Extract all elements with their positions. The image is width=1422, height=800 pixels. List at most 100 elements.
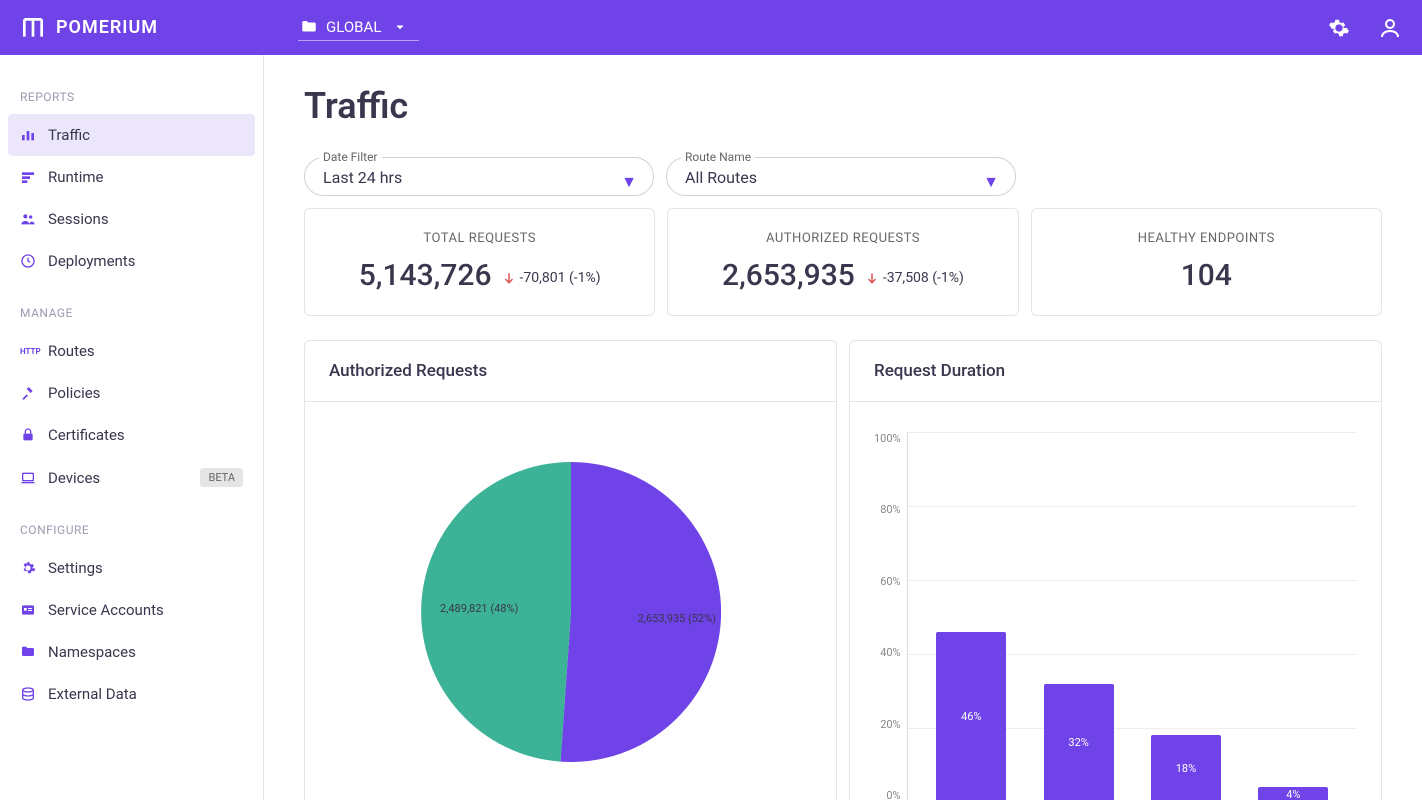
- sidebar-item-deployments[interactable]: Deployments: [8, 240, 255, 282]
- sidebar-item-sessions[interactable]: Sessions: [8, 198, 255, 240]
- section-reports-label: REPORTS: [8, 80, 263, 114]
- lock-icon: [20, 427, 48, 443]
- route-filter-value: All Routes: [685, 162, 997, 187]
- caret-down-icon: ▼: [983, 172, 999, 192]
- y-tick: 60%: [874, 575, 901, 588]
- sidebar-item-label: Devices: [48, 469, 100, 487]
- caret-down-icon: ▼: [621, 172, 637, 192]
- y-tick: 40%: [874, 646, 901, 659]
- sidebar-item-label: Routes: [48, 342, 95, 360]
- namespace-selector[interactable]: GLOBAL: [298, 14, 419, 41]
- stat-label: TOTAL REQUESTS: [321, 231, 638, 246]
- header-actions: [1328, 16, 1402, 40]
- stats-row: TOTAL REQUESTS 5,143,726 -70,801 (-1%) A…: [304, 208, 1382, 316]
- gavel-icon: [20, 385, 48, 401]
- panel-title: Authorized Requests: [305, 341, 836, 402]
- http-icon: HTTP: [20, 347, 48, 356]
- filter-row: Date Filter Last 24 hrs ▼ Route Name All…: [304, 157, 1382, 196]
- gauge-icon: [20, 169, 48, 185]
- y-axis: 100% 80% 60% 40% 20% 0%: [874, 432, 907, 800]
- stat-trend: -70,801 (-1%): [502, 270, 601, 286]
- sidebar-item-namespaces[interactable]: Namespaces: [8, 631, 255, 673]
- chart-bar: 4%: [1258, 787, 1328, 800]
- sidebar-item-label: Traffic: [48, 126, 90, 144]
- chart-icon: [20, 127, 48, 143]
- clock-icon: [20, 253, 48, 269]
- gear-icon[interactable]: [1328, 17, 1350, 39]
- sidebar-item-routes[interactable]: HTTP Routes: [8, 330, 255, 372]
- stat-value: 104: [1181, 258, 1232, 293]
- bar-chart: 100% 80% 60% 40% 20% 0%: [874, 422, 1357, 800]
- stat-value: 2,653,935: [722, 258, 855, 293]
- pomerium-icon: [20, 15, 46, 41]
- page-title: Traffic: [304, 85, 1382, 127]
- id-card-icon: [20, 602, 48, 618]
- trend-value: -37,508 (-1%): [883, 270, 964, 286]
- sidebar-item-label: Sessions: [48, 210, 109, 228]
- main-content: Traffic Date Filter Last 24 hrs ▼ Route …: [264, 55, 1422, 800]
- sidebar-item-external-data[interactable]: External Data: [8, 673, 255, 715]
- pie-chart: [329, 422, 812, 762]
- panel-title: Request Duration: [850, 341, 1381, 402]
- panel-row: Authorized Requests 2,489,821 (48%) 2,65…: [304, 340, 1382, 800]
- stat-value: 5,143,726: [359, 258, 492, 293]
- user-icon[interactable]: [1378, 16, 1402, 40]
- sidebar-item-devices[interactable]: Devices BETA: [8, 456, 255, 499]
- stat-label: HEALTHY ENDPOINTS: [1048, 231, 1365, 246]
- chart-bar: 32%: [1044, 684, 1114, 800]
- stat-label: AUTHORIZED REQUESTS: [684, 231, 1001, 246]
- date-filter-value: Last 24 hrs: [323, 162, 635, 187]
- stat-authorized-requests: AUTHORIZED REQUESTS 2,653,935 -37,508 (-…: [667, 208, 1018, 316]
- folder-icon: [300, 18, 318, 36]
- arrow-down-icon: [865, 271, 879, 285]
- stat-healthy-endpoints: HEALTHY ENDPOINTS 104: [1031, 208, 1382, 316]
- sidebar-item-label: Settings: [48, 559, 103, 577]
- panel-request-duration: Request Duration 100% 80% 60% 40% 20% 0%: [849, 340, 1382, 800]
- chart-bar: 46%: [936, 632, 1006, 800]
- users-icon: [20, 211, 48, 227]
- pie-label-unauthorized: 2,489,821 (48%): [440, 602, 518, 615]
- brand-logo: POMERIUM: [20, 15, 158, 41]
- sidebar-item-service-accounts[interactable]: Service Accounts: [8, 589, 255, 631]
- y-tick: 100%: [874, 432, 901, 445]
- beta-badge: BETA: [200, 468, 243, 487]
- y-tick: 80%: [874, 503, 901, 516]
- stat-total-requests: TOTAL REQUESTS 5,143,726 -70,801 (-1%): [304, 208, 655, 316]
- chart-bar: 18%: [1151, 735, 1221, 800]
- y-tick: 0%: [874, 789, 901, 800]
- folder-icon: [20, 644, 48, 660]
- gear-icon: [20, 560, 48, 576]
- namespace-value: GLOBAL: [326, 18, 381, 36]
- y-tick: 20%: [874, 718, 901, 731]
- date-filter-label: Date Filter: [319, 150, 382, 164]
- date-filter-select[interactable]: Date Filter Last 24 hrs ▼: [304, 157, 654, 196]
- sidebar-item-label: Policies: [48, 384, 100, 402]
- bars-area: 46% 32% 18% 4%: [907, 432, 1357, 800]
- stat-trend: -37,508 (-1%): [865, 270, 964, 286]
- sidebar-item-certificates[interactable]: Certificates: [8, 414, 255, 456]
- sidebar: REPORTS Traffic Runtime Sessions Deploym…: [0, 55, 264, 800]
- sidebar-item-label: Runtime: [48, 168, 103, 186]
- laptop-icon: [20, 470, 48, 486]
- sidebar-item-settings[interactable]: Settings: [8, 547, 255, 589]
- sidebar-item-label: Deployments: [48, 252, 135, 270]
- sidebar-item-label: Service Accounts: [48, 601, 164, 619]
- panel-authorized-requests: Authorized Requests 2,489,821 (48%) 2,65…: [304, 340, 837, 800]
- sidebar-item-runtime[interactable]: Runtime: [8, 156, 255, 198]
- data-icon: [20, 686, 48, 702]
- sidebar-item-label: Namespaces: [48, 643, 136, 661]
- chevron-down-icon: [391, 18, 409, 36]
- route-filter-select[interactable]: Route Name All Routes ▼: [666, 157, 1016, 196]
- brand-name: POMERIUM: [56, 17, 158, 38]
- app-header: POMERIUM GLOBAL: [0, 0, 1422, 55]
- sidebar-item-traffic[interactable]: Traffic: [8, 114, 255, 156]
- trend-value: -70,801 (-1%): [520, 270, 601, 286]
- section-configure-label: CONFIGURE: [8, 513, 263, 547]
- sidebar-item-policies[interactable]: Policies: [8, 372, 255, 414]
- arrow-down-icon: [502, 271, 516, 285]
- sidebar-item-label: Certificates: [48, 426, 125, 444]
- sidebar-item-label: External Data: [48, 685, 137, 703]
- route-filter-label: Route Name: [681, 150, 755, 164]
- section-manage-label: MANAGE: [8, 296, 263, 330]
- pie-label-authorized: 2,653,935 (52%): [638, 612, 716, 625]
